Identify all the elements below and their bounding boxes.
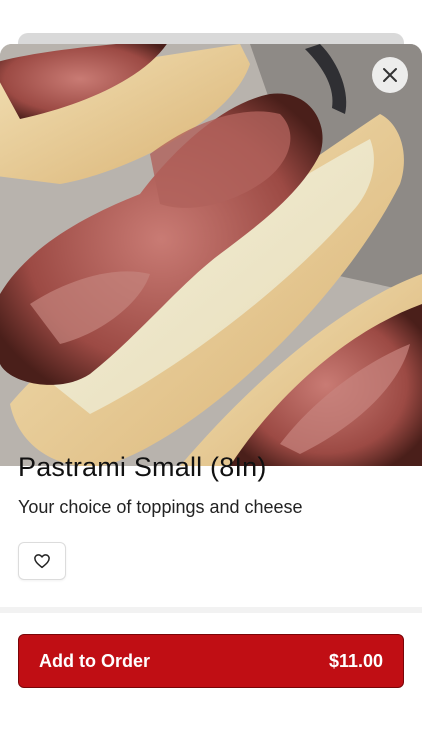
section-divider xyxy=(0,607,422,613)
item-photo xyxy=(0,44,422,466)
favorite-button[interactable] xyxy=(18,542,66,580)
close-button[interactable] xyxy=(372,57,408,93)
wifi-icon xyxy=(198,7,213,18)
carrier-label: Carrier xyxy=(149,4,192,20)
add-to-order-button[interactable]: Add to Order $11.00 xyxy=(18,634,404,688)
status-bar: Carrier 9:41 AM xyxy=(0,0,422,24)
battery-icon xyxy=(388,6,415,18)
close-icon xyxy=(383,68,397,82)
item-title: Pastrami Small (8In) xyxy=(18,452,267,482)
item-description: Your choice of toppings and cheese xyxy=(18,497,303,517)
add-to-order-label: Add to Order xyxy=(39,650,150,671)
status-center: Carrier 9:41 AM xyxy=(0,4,422,20)
food-photo xyxy=(0,44,422,466)
heart-icon xyxy=(34,554,50,569)
add-to-order-price: $11.00 xyxy=(328,650,383,671)
item-details: Pastrami Small (8In) Your choice of topp… xyxy=(18,452,404,518)
status-time: 9:41 AM xyxy=(219,4,273,20)
